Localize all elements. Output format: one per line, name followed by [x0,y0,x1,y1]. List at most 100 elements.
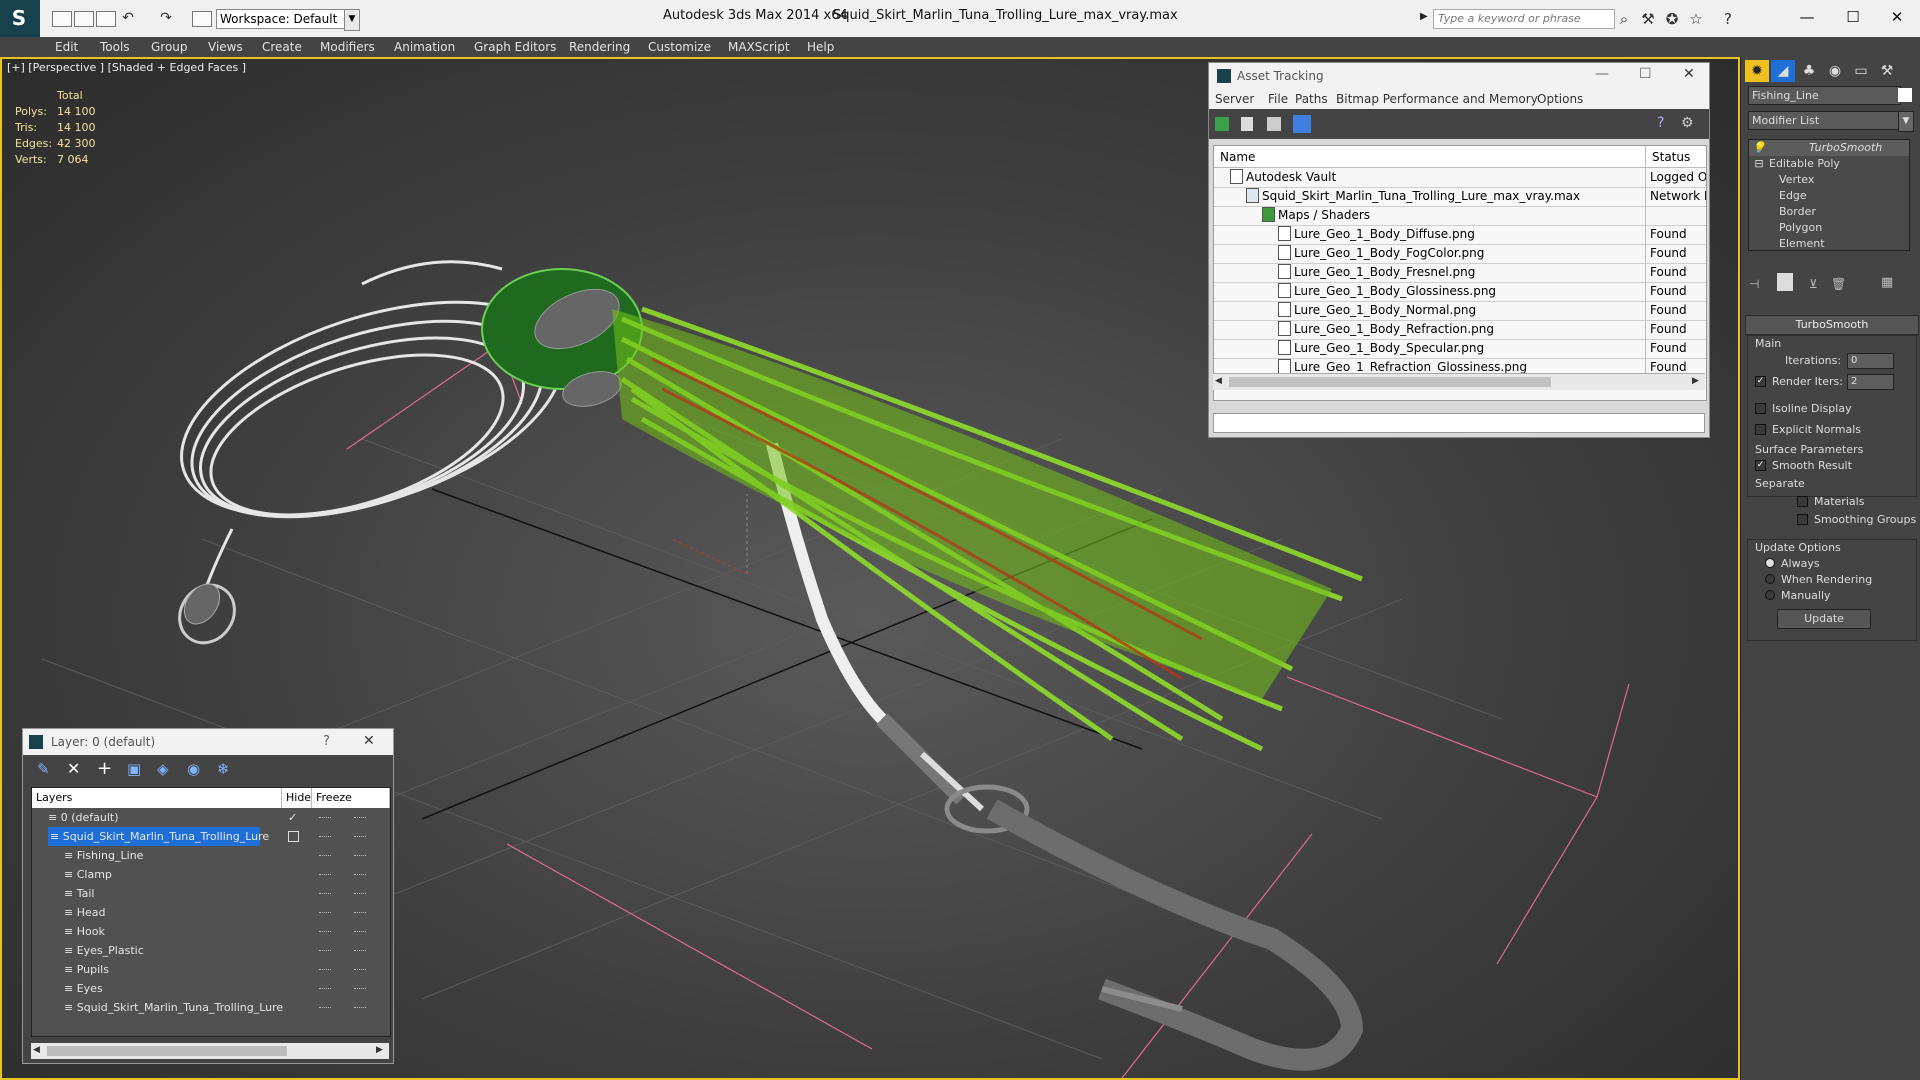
asset-menu-options[interactable]: Options [1537,92,1583,106]
freeze-all-icon[interactable]: ❄ [217,760,230,778]
layer-row[interactable]: ≡ Eyes [32,979,390,998]
list-view-icon[interactable] [1241,117,1253,131]
hide-toggle[interactable] [319,1007,331,1009]
hide-toggle[interactable] [319,931,331,933]
layer-scroll-thumb[interactable] [47,1046,287,1056]
freeze-toggle[interactable] [354,931,366,933]
asset-row[interactable]: Lure_Geo_1_Body_Glossiness.png Found [1214,282,1706,302]
freeze-toggle[interactable] [354,1007,366,1009]
layer-row[interactable]: ≡ 0 (default) ✓ [32,808,390,827]
modifier-stack-item[interactable]: Polygon [1749,220,1909,236]
make-unique-icon[interactable]: ⊻ [1809,277,1818,291]
freeze-toggle[interactable] [354,950,366,952]
iterations-spinner[interactable]: 0 [1847,353,1894,369]
asset-tracking-titlebar[interactable]: Asset Tracking — ☐ ✕ [1209,63,1709,89]
modifier-list-dropdown[interactable]: Modifier List [1748,111,1907,130]
layer-row[interactable]: ≡ Tail [32,884,390,903]
layer-row[interactable]: ≡ Squid_Skirt_Marlin_Tuna_Trolling_Lure [32,998,390,1017]
asset-menu-server[interactable]: Server [1215,92,1254,106]
asset-horizontal-scrollbar[interactable]: ◀ ▶ [1213,373,1705,390]
layer-row[interactable]: ≡ Hook [32,922,390,941]
menu-help[interactable]: Help [807,40,834,54]
modifier-stack-item[interactable]: 💡 TurboSmooth [1749,140,1909,156]
freeze-toggle[interactable] [354,874,366,876]
asset-menu-paths[interactable]: Paths [1295,92,1328,106]
hide-toggle[interactable] [319,874,331,876]
menu-animation[interactable]: Animation [394,40,455,54]
asset-help-icon[interactable]: ? [1657,115,1664,131]
menu-views[interactable]: Views [208,40,243,54]
modifier-stack-item[interactable]: Border [1749,204,1909,220]
configure-sets-icon[interactable]: ▦ [1881,275,1893,290]
turbosmooth-rollout[interactable]: TurboSmooth [1745,315,1919,335]
menu-tools[interactable]: Tools [100,40,130,54]
utilities-tab-icon[interactable]: ⚒ [1875,60,1899,82]
maximize-button[interactable]: ☐ [1830,4,1876,30]
column-freeze[interactable]: Freeze [312,788,390,808]
hold-icon[interactable] [192,11,212,27]
layer-titlebar[interactable]: Layer: 0 (default) ? ✕ [23,729,393,755]
asset-menu-file[interactable]: File [1268,92,1288,106]
layer-row[interactable]: ≡ Eyes_Plastic [32,941,390,960]
layer-help-button[interactable]: ? [323,734,330,749]
column-layers[interactable]: Layers [32,788,282,808]
redo-icon[interactable]: ↷ [156,8,176,28]
pin-stack-icon[interactable]: ⊣ [1749,277,1759,291]
modifier-stack-item[interactable]: Vertex [1749,172,1909,188]
menu-graph-editors[interactable]: Graph Editors [474,40,556,54]
search-input[interactable]: Type a keyword or phrase [1433,9,1615,29]
help-icon[interactable]: ? [1718,9,1738,29]
asset-settings-icon[interactable]: ⚙ [1681,115,1694,131]
current-layer-check-icon[interactable]: ✓ [288,808,297,827]
highlight-layer-icon[interactable]: ◈ [157,760,169,778]
layer-horizontal-scrollbar[interactable]: ◀ ▶ [31,1043,389,1059]
render-iters-spinner[interactable]: 2 [1847,374,1894,390]
modifier-stack-item[interactable]: Element [1749,236,1909,252]
asset-row[interactable]: Autodesk Vault Logged O [1214,168,1706,188]
create-layer-icon[interactable]: ✎ [37,760,50,778]
minimize-button[interactable]: — [1784,4,1830,30]
explicit-normals-checkbox[interactable]: Explicit Normals [1755,423,1861,436]
modifier-list-arrow-icon[interactable]: ▼ [1898,111,1914,132]
binoculars-icon[interactable]: ⌕ [1614,9,1634,29]
search-tools-icon[interactable]: ⚒ [1638,9,1658,29]
motion-tab-icon[interactable]: ◉ [1823,60,1847,82]
layer-row[interactable]: ≡ Head [32,903,390,922]
smooth-result-checkbox[interactable]: ✓ Smooth Result [1755,459,1852,472]
render-iters-checkbox[interactable]: ✓ Render Iters: [1755,375,1843,388]
modify-tab-icon[interactable]: ◢ [1771,60,1795,82]
asset-scroll-thumb[interactable] [1229,377,1551,387]
materials-checkbox[interactable]: Materials [1797,495,1864,508]
menu-maxscript[interactable]: MAXScript [728,40,790,54]
communication-center-icon[interactable]: ✪ [1662,9,1682,29]
layer-row-selected[interactable]: ≡ Squid_Skirt_Marlin_Tuna_Trolling_Lure [32,827,390,846]
freeze-toggle[interactable] [354,893,366,895]
menu-modifiers[interactable]: Modifiers [320,40,375,54]
freeze-toggle[interactable] [354,912,366,914]
asset-row[interactable]: Lure_Geo_1_Body_Diffuse.png Found [1214,225,1706,245]
when-rendering-radio[interactable]: When Rendering [1765,573,1872,586]
layer-row[interactable]: ≡ Pupils [32,960,390,979]
set-current-layer-box[interactable] [288,831,299,842]
viewport-label[interactable]: [+] [Perspective ] [Shaded + Edged Faces… [7,61,246,74]
hide-toggle[interactable] [319,855,331,857]
asset-row[interactable]: Lure_Geo_1_Body_FogColor.png Found [1214,244,1706,264]
column-status[interactable]: Status [1645,146,1706,168]
freeze-toggle[interactable] [354,817,366,819]
refresh-icon[interactable] [1215,117,1229,131]
collapse-icon[interactable]: ⊟ [1749,156,1769,172]
display-tab-icon[interactable]: ▭ [1849,60,1873,82]
layer-scroll-right-icon[interactable]: ▶ [376,1045,383,1055]
column-name[interactable]: Name [1214,146,1645,168]
freeze-toggle[interactable] [354,969,366,971]
menu-edit[interactable]: Edit [55,40,78,54]
asset-menu-bitmap[interactable]: Bitmap Performance and Memory [1336,92,1538,106]
add-to-layer-icon[interactable]: + [97,758,112,779]
app-menu-button[interactable]: S [0,0,40,37]
hide-toggle[interactable] [319,817,331,819]
asset-row[interactable]: Lure_Geo_1_Body_Normal.png Found [1214,301,1706,321]
asset-row[interactable]: Maps / Shaders [1214,206,1706,226]
layer-scroll-left-icon[interactable]: ◀ [33,1045,40,1055]
modifier-stack-item[interactable]: Edge [1749,188,1909,204]
show-end-result-icon[interactable] [1777,273,1793,291]
